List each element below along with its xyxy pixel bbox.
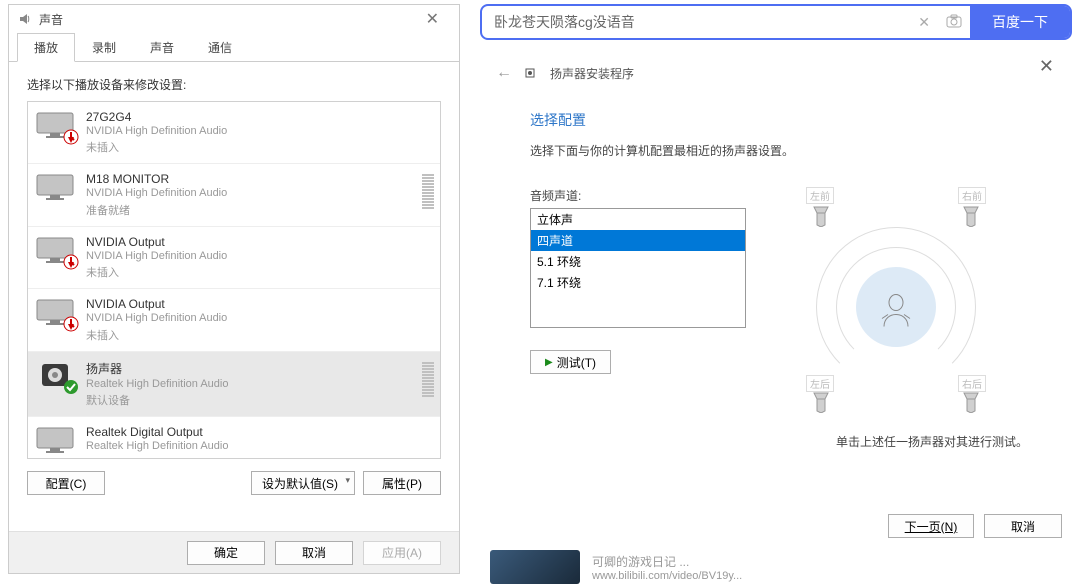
configure-button[interactable]: 配置(C) — [27, 471, 105, 495]
title-bar: 声音 ✕ — [9, 5, 459, 33]
close-button[interactable]: ✕ — [414, 9, 451, 29]
speaker-rear-right[interactable] — [960, 391, 982, 413]
speaker-front-right[interactable] — [960, 205, 982, 227]
ok-button[interactable]: 确定 — [187, 541, 265, 565]
wizard-breadcrumb: 扬声器安装程序 — [550, 65, 634, 82]
speaker-icon — [524, 66, 538, 80]
wizard-heading: 选择配置 — [530, 110, 1052, 130]
channel-option[interactable]: 5.1 环绕 — [531, 251, 745, 272]
label-front-left: 左前 — [806, 187, 834, 204]
sound-dialog: 声音 ✕ 播放 录制 声音 通信 选择以下播放设备来修改设置: 27G2G4NV… — [8, 4, 460, 574]
test-button[interactable]: ▶ 测试(T) — [530, 350, 611, 374]
next-button[interactable]: 下一页(N) — [888, 514, 974, 538]
cancel-button[interactable]: 取消 — [275, 541, 353, 565]
test-label: 测试(T) — [557, 354, 596, 371]
tab-playback[interactable]: 播放 — [17, 33, 75, 62]
wizard-footer: 下一页(N) 取消 — [888, 514, 1062, 538]
snippet-title: 可卿的游戏日记 ... — [592, 553, 742, 570]
camera-icon[interactable] — [938, 14, 970, 31]
tab-recording[interactable]: 录制 — [75, 33, 133, 62]
device-item[interactable]: NVIDIA OutputNVIDIA High Definition Audi… — [28, 227, 440, 289]
device-item[interactable]: NVIDIA OutputNVIDIA High Definition Audi… — [28, 289, 440, 351]
sound-icon — [17, 11, 33, 27]
device-list[interactable]: 27G2G4NVIDIA High Definition Audio未插入M18… — [27, 101, 441, 459]
tab-bar: 播放 录制 声音 通信 — [9, 33, 459, 62]
search-button[interactable]: 百度一下 — [970, 6, 1070, 38]
speaker-diagram: 左前 右前 左后 右后 — [776, 187, 1016, 427]
channel-option[interactable]: 立体声 — [531, 209, 745, 230]
apply-button[interactable]: 应用(A) — [363, 541, 441, 565]
speaker-rear-left[interactable] — [810, 391, 832, 413]
label-front-right: 右前 — [958, 187, 986, 204]
properties-button[interactable]: 属性(P) — [363, 471, 441, 495]
device-item[interactable]: Realtek Digital OutputRealtek High Defin… — [28, 417, 440, 459]
speaker-front-left[interactable] — [810, 205, 832, 227]
test-hint: 单击上述任一扬声器对其进行测试。 — [496, 433, 1028, 450]
listener-icon — [874, 289, 918, 333]
tab-sounds[interactable]: 声音 — [133, 33, 191, 62]
device-item[interactable]: 27G2G4NVIDIA High Definition Audio未插入 — [28, 102, 440, 164]
result-snippet[interactable]: 可卿的游戏日记 ... www.bilibili.com/video/BV19y… — [490, 550, 742, 584]
channel-listbox[interactable]: 立体声四声道5.1 环绕7.1 环绕 — [530, 208, 746, 328]
speaker-wizard: ← 扬声器安装程序 选择配置 选择下面与你的计算机配置最相近的扬声器设置。 音频… — [472, 40, 1076, 450]
tab-communications[interactable]: 通信 — [191, 33, 249, 62]
instruction-text: 选择以下播放设备来修改设置: — [9, 62, 459, 101]
channel-label: 音频声道: — [530, 187, 746, 204]
label-rear-right: 右后 — [958, 375, 986, 392]
search-input[interactable] — [482, 14, 910, 30]
channel-option[interactable]: 7.1 环绕 — [531, 272, 745, 293]
device-buttons: 配置(C) 设为默认值(S) 属性(P) — [9, 459, 459, 501]
back-arrow-icon[interactable]: ← — [496, 64, 512, 82]
right-panel: ✕ 百度一下 ✕ ← 扬声器安装程序 选择配置 选择下面与你的计算机配置最相近的… — [472, 0, 1076, 584]
device-item[interactable]: 扬声器Realtek High Definition Audio默认设备 — [28, 352, 440, 417]
clear-icon[interactable]: ✕ — [910, 14, 938, 31]
wizard-cancel-button[interactable]: 取消 — [984, 514, 1062, 538]
label-rear-left: 左后 — [806, 375, 834, 392]
wizard-subtitle: 选择下面与你的计算机配置最相近的扬声器设置。 — [530, 142, 1052, 159]
device-item[interactable]: M18 MONITORNVIDIA High Definition Audio准… — [28, 164, 440, 226]
play-icon: ▶ — [545, 357, 553, 368]
set-default-button[interactable]: 设为默认值(S) — [251, 471, 355, 495]
thumbnail — [490, 550, 580, 584]
dialog-buttons: 确定 取消 应用(A) — [9, 531, 459, 573]
snippet-url: www.bilibili.com/video/BV19y... — [592, 570, 742, 582]
search-bar: ✕ 百度一下 — [480, 4, 1072, 40]
channel-option[interactable]: 四声道 — [531, 230, 745, 251]
dialog-title: 声音 — [39, 11, 63, 28]
